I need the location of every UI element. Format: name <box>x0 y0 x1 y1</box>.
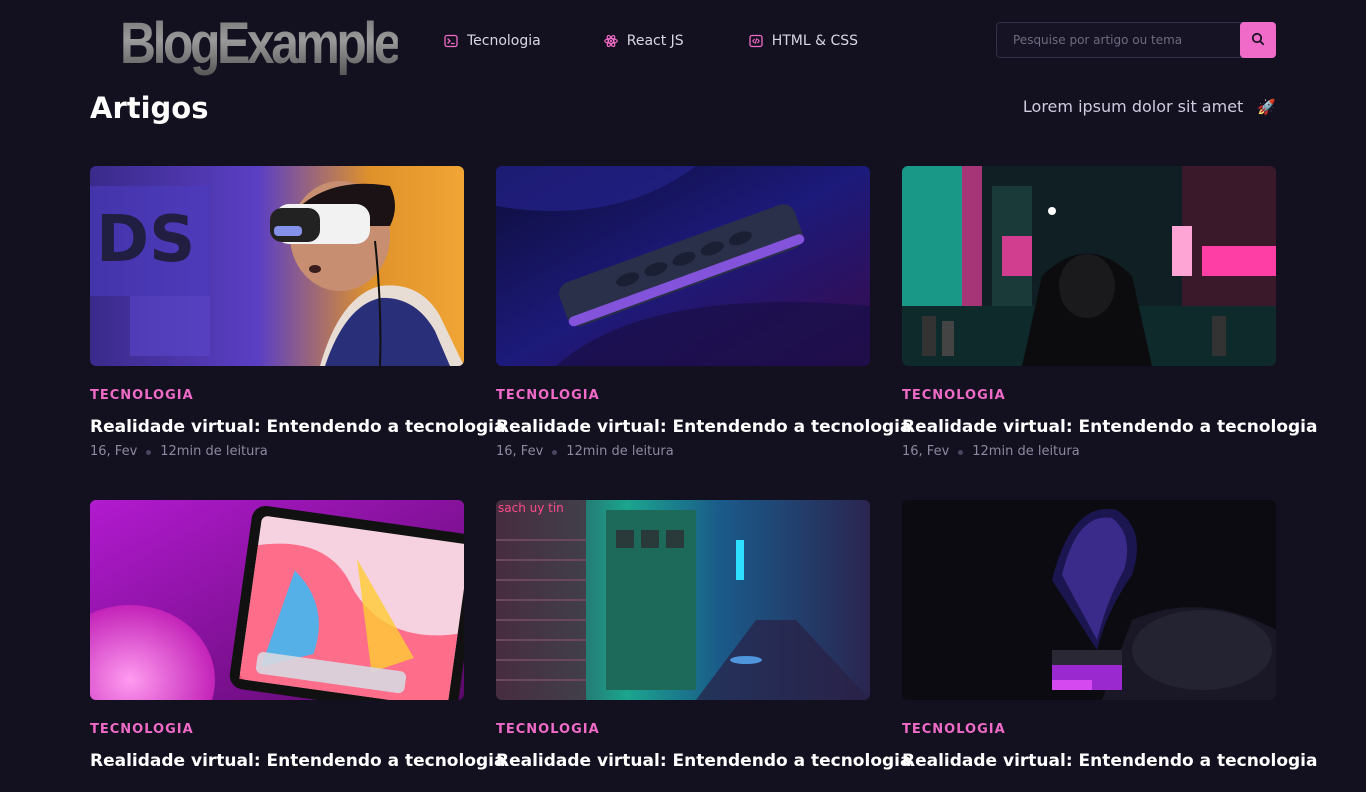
search-box <box>996 22 1276 58</box>
article-category: TECNOLOGIA <box>902 722 1006 737</box>
article-meta: 16, Fev 12min de leitura <box>902 444 1276 460</box>
article-card[interactable]: sach uy tin TECNOLOGIA Realidade virtual… <box>496 500 911 792</box>
remote-control-image <box>496 166 870 366</box>
nav-item-react[interactable]: React JS <box>603 30 684 52</box>
separator-dot <box>146 449 152 455</box>
page-tagline: Lorem ipsum dolor sit amet 🚀 <box>1023 94 1276 120</box>
article-title[interactable]: Realidade virtual: Entendendo a tecnolog… <box>496 750 911 772</box>
article-category: TECNOLOGIA <box>496 388 600 403</box>
article-meta: 16, Fev 12min de leitura <box>90 444 464 460</box>
rocket-icon: 🚀 <box>1257 98 1276 116</box>
article-category: TECNOLOGIA <box>902 388 1006 403</box>
nav-item-html-css[interactable]: HTML & CSS <box>749 30 858 52</box>
separator-dot <box>958 449 964 455</box>
article-category: TECNOLOGIA <box>90 722 194 737</box>
nav-label: Tecnologia <box>467 33 541 49</box>
article-date: 16, Fev <box>496 444 544 459</box>
terminal-icon <box>444 34 458 48</box>
article-read-time: 12min de leitura <box>566 444 674 459</box>
nav-label: HTML & CSS <box>771 33 859 49</box>
article-read-time: 12min de leitura <box>160 444 268 459</box>
article-category: TECNOLOGIA <box>496 722 600 737</box>
neon-alley-image: sach uy tin <box>496 500 870 700</box>
article-category: TECNOLOGIA <box>90 388 194 403</box>
svg-text:DS: DS <box>96 203 195 277</box>
tagline-text: Lorem ipsum dolor sit amet <box>1022 97 1244 116</box>
code-icon <box>749 34 763 48</box>
article-title[interactable]: Realidade virtual: Entendendo a tecnolog… <box>902 416 1317 438</box>
page-title: Artigos <box>90 91 209 125</box>
neon-street-hood-image <box>902 166 1276 366</box>
article-read-time: 12min de leitura <box>972 444 1080 459</box>
article-title[interactable]: Realidade virtual: Entendendo a tecnolog… <box>90 416 505 438</box>
search-icon <box>1251 31 1265 50</box>
search-input[interactable] <box>997 23 1241 57</box>
article-date: 16, Fev <box>902 444 950 459</box>
article-title[interactable]: Realidade virtual: Entendendo a tecnolog… <box>90 750 505 772</box>
article-card[interactable]: DS TECNOLOGIA Realidade virtual: Entende… <box>90 166 505 460</box>
site-logo[interactable]: BlogExample <box>120 8 402 80</box>
vr-headset-image: DS <box>90 166 464 366</box>
nav-label: React JS <box>626 33 684 49</box>
article-card[interactable]: TECNOLOGIA Realidade virtual: Entendendo… <box>90 500 505 792</box>
nav-item-tecnologia[interactable]: Tecnologia <box>444 30 541 52</box>
article-date: 16, Fev <box>90 444 138 459</box>
article-card[interactable]: TECNOLOGIA Realidade virtual: Entendendo… <box>902 166 1317 460</box>
atom-icon <box>603 34 618 48</box>
site-header: BlogExample Tecnologia React JS HTML & C… <box>0 0 1366 84</box>
gramophone-image <box>902 500 1276 700</box>
article-grid: DS TECNOLOGIA Realidade virtual: Entende… <box>90 166 1317 792</box>
article-title[interactable]: Realidade virtual: Entendendo a tecnolog… <box>496 416 911 438</box>
tablet-image <box>90 500 464 700</box>
main-nav: Tecnologia React JS HTML & CSS <box>444 30 858 52</box>
separator-dot <box>552 449 558 455</box>
svg-text:sach uy tin: sach uy tin <box>498 501 564 515</box>
search-button[interactable] <box>1240 22 1276 58</box>
article-card[interactable]: TECNOLOGIA Realidade virtual: Entendendo… <box>902 500 1317 792</box>
article-card[interactable]: TECNOLOGIA Realidade virtual: Entendendo… <box>496 166 911 460</box>
article-title[interactable]: Realidade virtual: Entendendo a tecnolog… <box>902 750 1317 772</box>
article-meta: 16, Fev 12min de leitura <box>496 444 870 460</box>
